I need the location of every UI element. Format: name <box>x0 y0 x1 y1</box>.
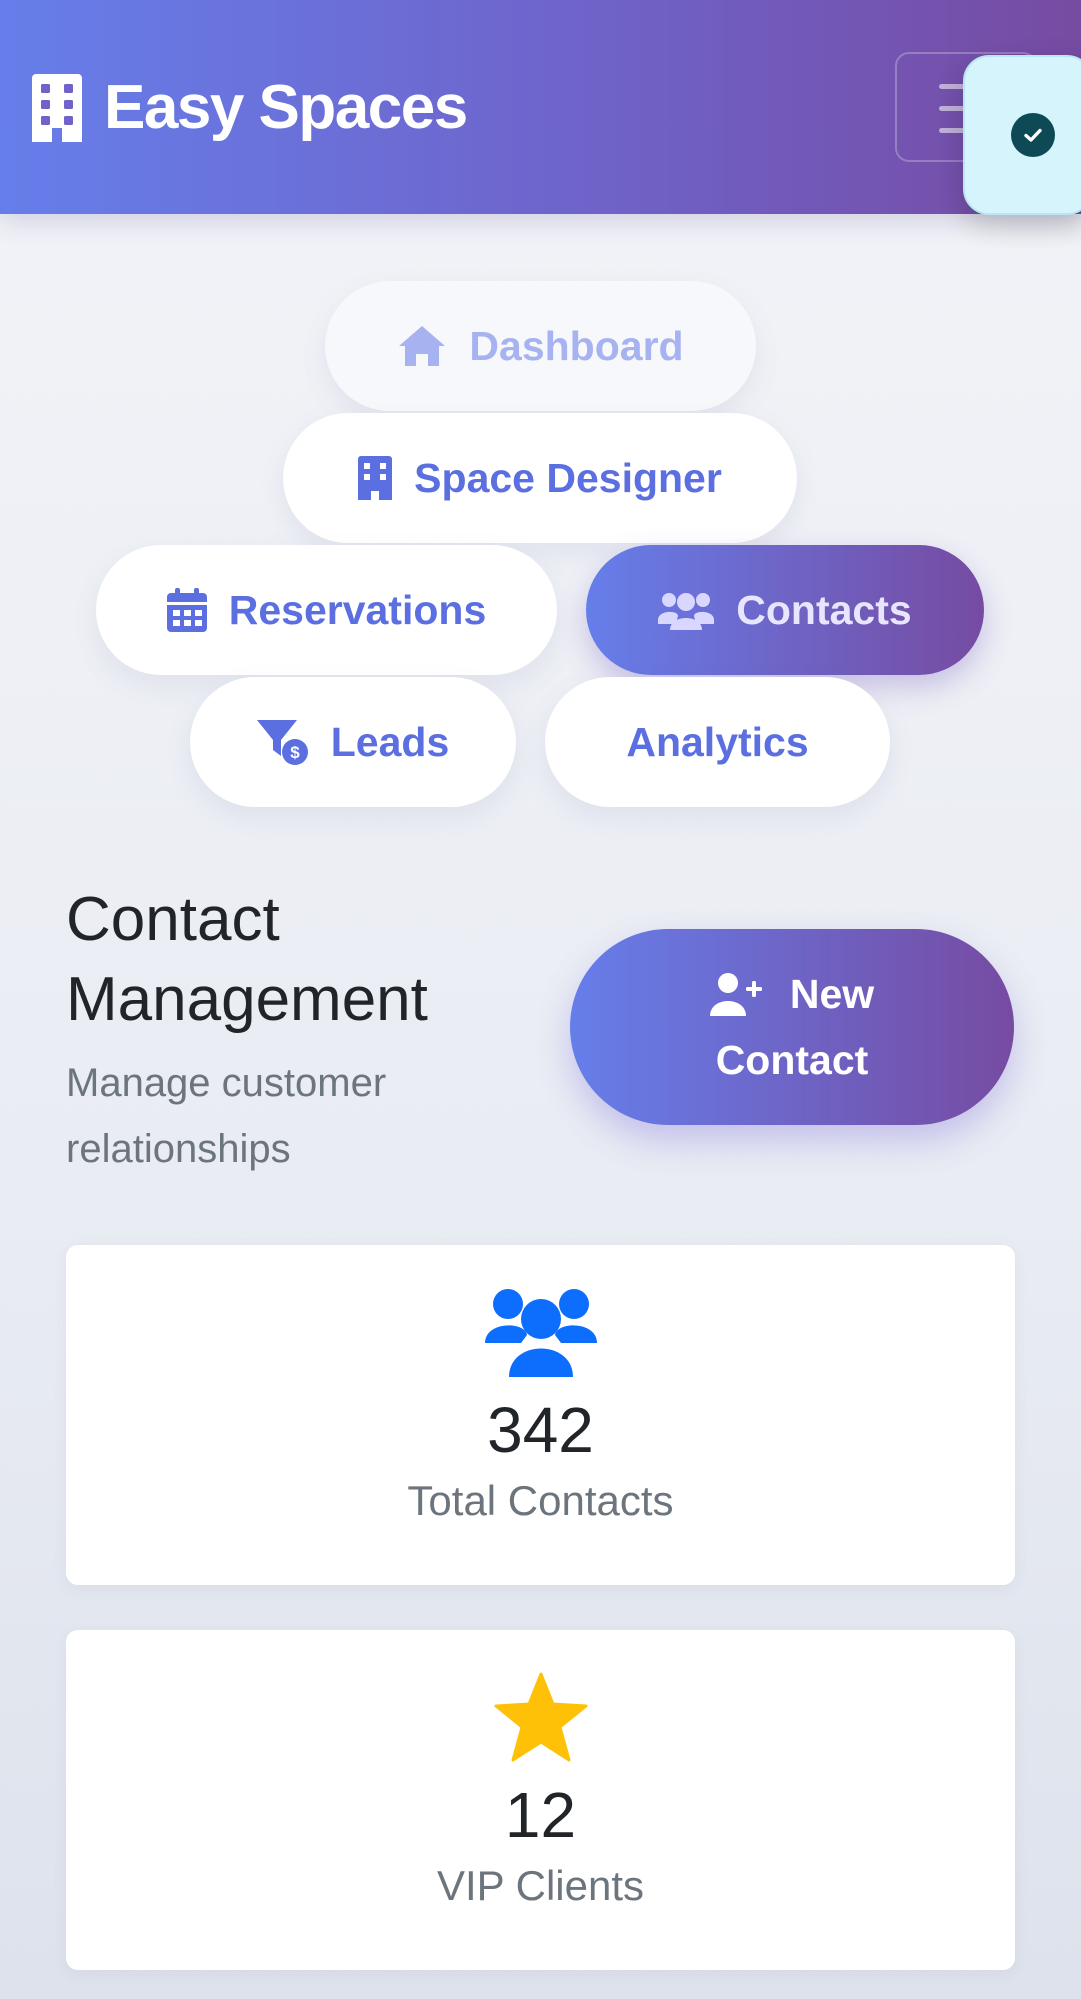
building-icon <box>358 456 393 500</box>
svg-text:$: $ <box>290 743 300 762</box>
nav-item-label: Reservations <box>228 586 487 633</box>
nav-item-label: Dashboard <box>469 322 684 369</box>
users-icon <box>658 593 715 630</box>
user-plus-icon <box>709 973 762 1016</box>
nav-item-label: Analytics <box>626 718 809 765</box>
stat-card-vip-clients: 12 VIP Clients <box>66 1630 1015 1970</box>
page-subtitle: Manage customer relationships <box>66 1061 387 1171</box>
nav-item-label: Contacts <box>736 586 912 633</box>
brand[interactable]: Easy Spaces <box>32 72 468 143</box>
new-contact-button[interactable]: New Contact <box>570 929 1014 1125</box>
nav-item-reservations[interactable]: Reservations <box>96 545 557 675</box>
nav-item-label: Space Designer <box>414 454 722 501</box>
check-circle-icon <box>1011 113 1055 157</box>
nav-item-dashboard[interactable]: Dashboard <box>325 281 756 411</box>
funnel-dollar-icon: $ <box>256 720 308 765</box>
page-title: Contact Management <box>66 885 428 1034</box>
new-contact-label-2: Contact <box>715 1037 869 1083</box>
users-icon <box>66 1287 1015 1377</box>
nav-item-analytics[interactable]: Analytics <box>545 677 890 807</box>
nav-item-leads[interactable]: $ Leads <box>190 677 516 807</box>
home-icon <box>399 326 446 366</box>
nav-item-label: Leads <box>330 718 450 765</box>
stat-label: Total Contacts <box>407 1477 674 1524</box>
app-header: Easy Spaces <box>0 0 1081 214</box>
stat-value: 12 <box>504 1779 577 1851</box>
success-toast[interactable] <box>963 55 1081 215</box>
app-title: Easy Spaces <box>104 73 468 142</box>
nav-item-space-designer[interactable]: Space Designer <box>283 413 797 543</box>
building-icon <box>32 73 82 142</box>
stat-label: VIP Clients <box>437 1862 644 1909</box>
star-icon <box>66 1672 1015 1764</box>
stat-card-total-contacts: 342 Total Contacts <box>66 1245 1015 1585</box>
new-contact-label-1: New <box>789 971 875 1017</box>
stat-value: 342 <box>487 1394 594 1466</box>
nav-item-contacts[interactable]: Contacts <box>586 545 984 675</box>
calendar-icon <box>166 588 207 632</box>
